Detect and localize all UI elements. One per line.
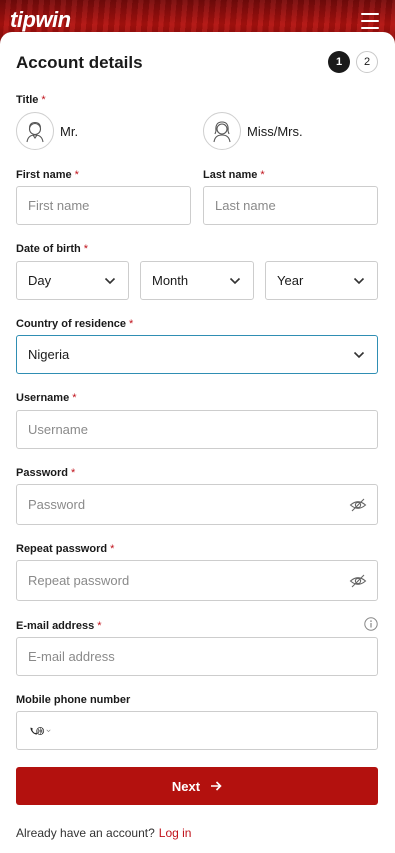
- chevron-down-icon: [353, 277, 365, 284]
- page-title: Account details: [16, 53, 143, 72]
- chevron-down-icon: [353, 351, 365, 358]
- required-marker: *: [110, 543, 115, 555]
- required-marker: *: [260, 169, 265, 181]
- last-name-label-text: Last name: [203, 169, 258, 181]
- country-label: Country of residence *: [16, 318, 133, 330]
- password-label: Password *: [16, 467, 75, 479]
- email-placeholder: E-mail address: [28, 649, 115, 664]
- login-link[interactable]: Log in: [159, 826, 192, 840]
- dob-day-select[interactable]: Day: [16, 261, 129, 300]
- repeat-password-label: Repeat password *: [16, 543, 114, 555]
- title-option-miss-mrs-label: Miss/Mrs.: [247, 123, 303, 139]
- title-label-text: Title: [16, 94, 39, 106]
- dob-month-select[interactable]: Month: [140, 261, 254, 300]
- password-label-text: Password: [16, 467, 68, 479]
- title-option-miss-mrs[interactable]: Miss/Mrs.: [203, 111, 303, 151]
- dob-year-value: Year: [277, 273, 304, 288]
- chevron-down-icon: [229, 277, 241, 284]
- repeat-password-placeholder: Repeat password: [28, 573, 130, 588]
- repeat-password-input[interactable]: Repeat password: [16, 560, 378, 601]
- country-select[interactable]: Nigeria: [16, 335, 378, 374]
- dob-month-value: Month: [152, 273, 189, 288]
- required-marker: *: [97, 620, 102, 632]
- female-avatar-icon: [203, 112, 241, 150]
- male-avatar-icon: [16, 112, 54, 150]
- phone-label: Mobile phone number: [16, 694, 130, 706]
- required-marker: *: [83, 243, 89, 255]
- required-marker: *: [70, 467, 76, 479]
- first-name-placeholder: First name: [28, 198, 90, 213]
- login-prompt-text: Already have an account?: [16, 826, 155, 840]
- required-marker: *: [129, 318, 134, 330]
- title-option-mr-label: Mr.: [60, 123, 79, 139]
- email-input[interactable]: E-mail address: [16, 637, 378, 676]
- tipwin-logo[interactable]: tipwin: [10, 7, 71, 33]
- phone-globe-icon[interactable]: [29, 722, 55, 740]
- next-button-label: Next: [171, 778, 201, 794]
- dob-label-text: Date of birth: [16, 243, 81, 255]
- username-input[interactable]: Username: [16, 410, 378, 449]
- repeat-password-label-text: Repeat password: [16, 543, 108, 555]
- eye-hidden-icon[interactable]: [349, 573, 367, 589]
- username-placeholder: Username: [28, 422, 88, 437]
- username-label-text: Username: [16, 392, 70, 404]
- chevron-down-icon: [104, 277, 116, 284]
- last-name-input[interactable]: Last name: [203, 186, 378, 225]
- email-label: E-mail address *: [16, 620, 102, 632]
- required-marker: *: [74, 169, 79, 181]
- first-name-label: First name *: [16, 169, 79, 181]
- password-placeholder: Password: [28, 497, 86, 512]
- phone-label-text: Mobile phone number: [16, 694, 131, 706]
- country-value: Nigeria: [28, 347, 70, 362]
- info-icon[interactable]: [364, 617, 378, 631]
- email-label-text: E-mail address: [16, 620, 95, 632]
- first-name-label-text: First name: [16, 169, 72, 181]
- dob-day-value: Day: [28, 273, 52, 288]
- country-label-text: Country of residence: [16, 318, 127, 330]
- last-name-placeholder: Last name: [215, 198, 276, 213]
- title-label: Title *: [16, 94, 46, 106]
- last-name-label: Last name *: [203, 169, 265, 181]
- username-label: Username *: [16, 392, 76, 404]
- step-indicator-2: 2: [356, 51, 378, 73]
- next-button[interactable]: Next: [16, 767, 378, 805]
- required-marker: *: [72, 392, 77, 404]
- required-marker: *: [41, 94, 46, 106]
- hamburger-icon[interactable]: [361, 13, 379, 29]
- title-option-mr[interactable]: Mr.: [16, 111, 78, 151]
- phone-input[interactable]: [16, 711, 378, 750]
- dob-label: Date of birth *: [16, 243, 88, 255]
- dob-year-select[interactable]: Year: [265, 261, 378, 300]
- step-indicator-1: 1: [328, 51, 350, 73]
- first-name-input[interactable]: First name: [16, 186, 191, 225]
- login-prompt: Already have an account? Log in: [16, 826, 191, 840]
- arrow-right-icon: [211, 781, 222, 791]
- password-input[interactable]: Password: [16, 484, 378, 525]
- eye-hidden-icon[interactable]: [349, 497, 367, 513]
